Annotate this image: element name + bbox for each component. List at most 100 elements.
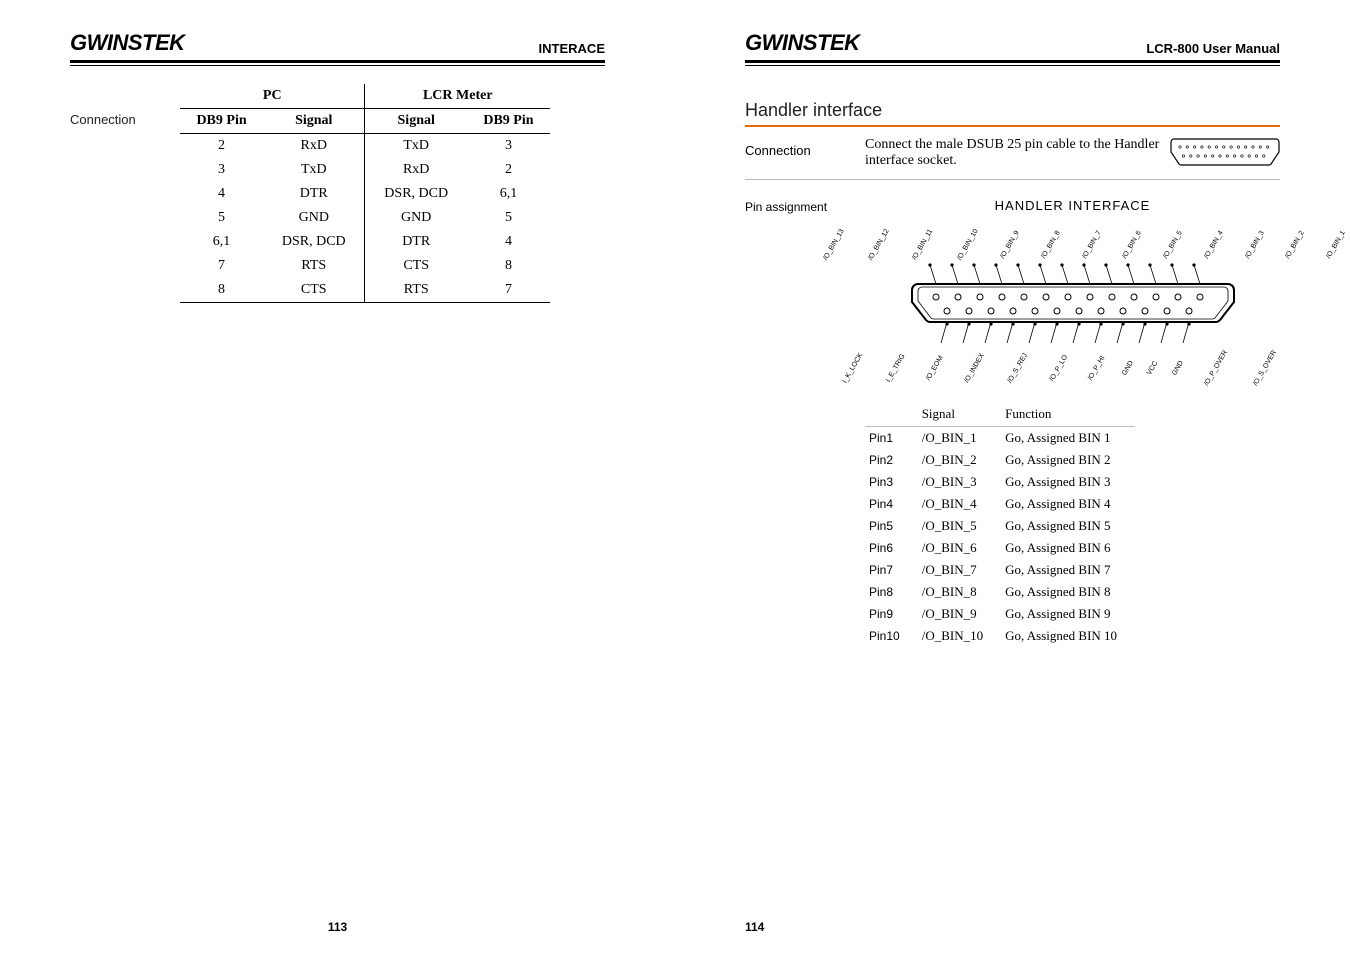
table-cell: Go, Assigned BIN 1	[1001, 427, 1135, 450]
pin-label: /O_BIN_12	[844, 215, 891, 262]
table-cell: 2	[467, 158, 550, 182]
table-cell: Pin4	[865, 493, 918, 515]
table-row: Pin2/O_BIN_2Go, Assigned BIN 2	[865, 449, 1135, 471]
connection-label: Connection	[745, 137, 865, 169]
header-left: GWINSTEK INTERACE	[70, 30, 605, 63]
header-title-left: INTERACE	[539, 41, 605, 56]
pin-label: /O_EOM	[925, 355, 968, 396]
table-row: Pin6/O_BIN_6Go, Assigned BIN 6	[865, 537, 1135, 559]
page-right: GWINSTEK LCR-800 User Manual Handler int…	[675, 0, 1350, 954]
table-cell: RTS	[365, 278, 467, 303]
table-row: Pin8/O_BIN_8Go, Assigned BIN 8	[865, 581, 1135, 603]
pin-label: /O_S_OVER	[1252, 349, 1301, 400]
table-cell: 4	[180, 182, 263, 206]
brand-logo: GWINSTEK	[70, 30, 185, 56]
pin-label: I_K_LOCK	[842, 352, 888, 398]
table-cell: Pin7	[865, 559, 918, 581]
table-cell: Go, Assigned BIN 2	[1001, 449, 1135, 471]
table-cell: 6,1	[467, 182, 550, 206]
table-row: 7RTSCTS8	[180, 254, 550, 278]
col-header: DB9 Pin	[180, 109, 263, 134]
table-cell: 3	[180, 158, 263, 182]
table-cell: /O_BIN_10	[918, 625, 1001, 647]
pin-label: /O_BIN_6	[1098, 216, 1143, 260]
table-cell: /O_BIN_8	[918, 581, 1001, 603]
table-cell: Go, Assigned BIN 9	[1001, 603, 1135, 625]
table-cell: Go, Assigned BIN 7	[1001, 559, 1135, 581]
handler-interface-title: HANDLER INTERFACE	[865, 198, 1280, 213]
table-cell: Pin6	[865, 537, 918, 559]
table-cell: Pin2	[865, 449, 918, 471]
table-cell: 5	[180, 206, 263, 230]
table-cell: 8	[180, 278, 263, 303]
table-cell: Go, Assigned BIN 3	[1001, 471, 1135, 493]
table-row: Pin9/O_BIN_9Go, Assigned BIN 9	[865, 603, 1135, 625]
table-cell: /O_BIN_3	[918, 471, 1001, 493]
table-row: 2RxDTxD3	[180, 134, 550, 159]
table-cell: /O_BIN_2	[918, 449, 1001, 471]
table-cell: /O_BIN_9	[918, 603, 1001, 625]
pin-label: /O_BIN_9	[976, 216, 1021, 260]
table-cell: DTR	[365, 230, 467, 254]
table-row: 3TxDRxD2	[180, 158, 550, 182]
table-cell: DSR, DCD	[263, 230, 365, 254]
col-header: Signal	[263, 109, 365, 134]
table-cell: Pin8	[865, 581, 918, 603]
table-cell: /O_BIN_1	[918, 427, 1001, 450]
group-header-lcr: LCR Meter	[365, 84, 550, 109]
table-cell: Pin10	[865, 625, 918, 647]
page-number-left: 113	[70, 920, 605, 934]
top-pin-labels: /O_BIN_13/O_BIN_12/O_BIN_11/O_BIN_10/O_B…	[908, 221, 1238, 255]
table-cell: Go, Assigned BIN 10	[1001, 625, 1135, 647]
table-cell: 7	[467, 278, 550, 303]
pin-label: /O_BIN_7	[1058, 216, 1103, 260]
table-cell: RxD	[365, 158, 467, 182]
header-rule	[745, 65, 1280, 66]
pin-label: /O_S_REJ	[1006, 352, 1052, 398]
table-cell: DSR, DCD	[365, 182, 467, 206]
pin-assignment-label: Pin assignment	[745, 198, 865, 214]
table-cell: 6,1	[180, 230, 263, 254]
dsub25-connector-icon	[908, 259, 1238, 349]
pin-label: /O_P_OVER	[1203, 349, 1252, 400]
header-rule	[70, 65, 605, 66]
table-cell: Pin5	[865, 515, 918, 537]
header-right: GWINSTEK LCR-800 User Manual	[745, 30, 1280, 63]
pin-label: /O_P_LO	[1048, 354, 1092, 396]
sig-col-header	[865, 402, 918, 427]
dsub25-small-icon	[1170, 137, 1280, 167]
table-row: Pin10/O_BIN_10Go, Assigned BIN 10	[865, 625, 1135, 647]
pin-label: /O_BIN_2	[1261, 216, 1306, 260]
table-cell: 8	[467, 254, 550, 278]
table-cell: 7	[180, 254, 263, 278]
table-row: Pin1/O_BIN_1Go, Assigned BIN 1	[865, 427, 1135, 450]
table-cell: Go, Assigned BIN 5	[1001, 515, 1135, 537]
table-cell: Pin3	[865, 471, 918, 493]
table-cell: TxD	[263, 158, 365, 182]
table-row: Pin3/O_BIN_3Go, Assigned BIN 3	[865, 471, 1135, 493]
pin-label: /O_BIN_11	[888, 215, 935, 262]
pin-label: /O_INDEX	[963, 352, 1009, 397]
pin-assignment-block: Pin assignment HANDLER INTERFACE /O_BIN_…	[745, 198, 1280, 647]
table-row: 6,1DSR, DCDDTR4	[180, 230, 550, 254]
header-title-right: LCR-800 User Manual	[1146, 41, 1280, 56]
page-number-right: 114	[745, 920, 1280, 934]
pin-label: /O_BIN_5	[1139, 216, 1184, 260]
section-rule	[745, 125, 1280, 127]
table-cell: /O_BIN_6	[918, 537, 1001, 559]
section-title: Handler interface	[745, 100, 1280, 121]
bottom-pin-labels: I_K_LOCKI_E_TRIG/O_EOM/O_INDEX/O_S_REJ/O…	[908, 358, 1238, 392]
signal-table: Signal Function Pin1/O_BIN_1Go, Assigned…	[865, 402, 1135, 647]
table-cell: GND	[263, 206, 365, 230]
table-cell: DTR	[263, 182, 365, 206]
pin-label: /O_BIN_4	[1180, 216, 1225, 260]
table-row: Pin5/O_BIN_5Go, Assigned BIN 5	[865, 515, 1135, 537]
table-cell: /O_BIN_7	[918, 559, 1001, 581]
pin-label: /O_BIN_10	[932, 215, 979, 262]
pin-label: /O_BIN_3	[1221, 216, 1266, 260]
page-left: GWINSTEK INTERACE Connection PC LCR Mete…	[0, 0, 675, 954]
sig-col-header: Signal	[918, 402, 1001, 427]
table-cell: 3	[467, 134, 550, 159]
connection-block: Connection Connect the male DSUB 25 pin …	[745, 137, 1280, 180]
col-header: DB9 Pin	[467, 109, 550, 134]
